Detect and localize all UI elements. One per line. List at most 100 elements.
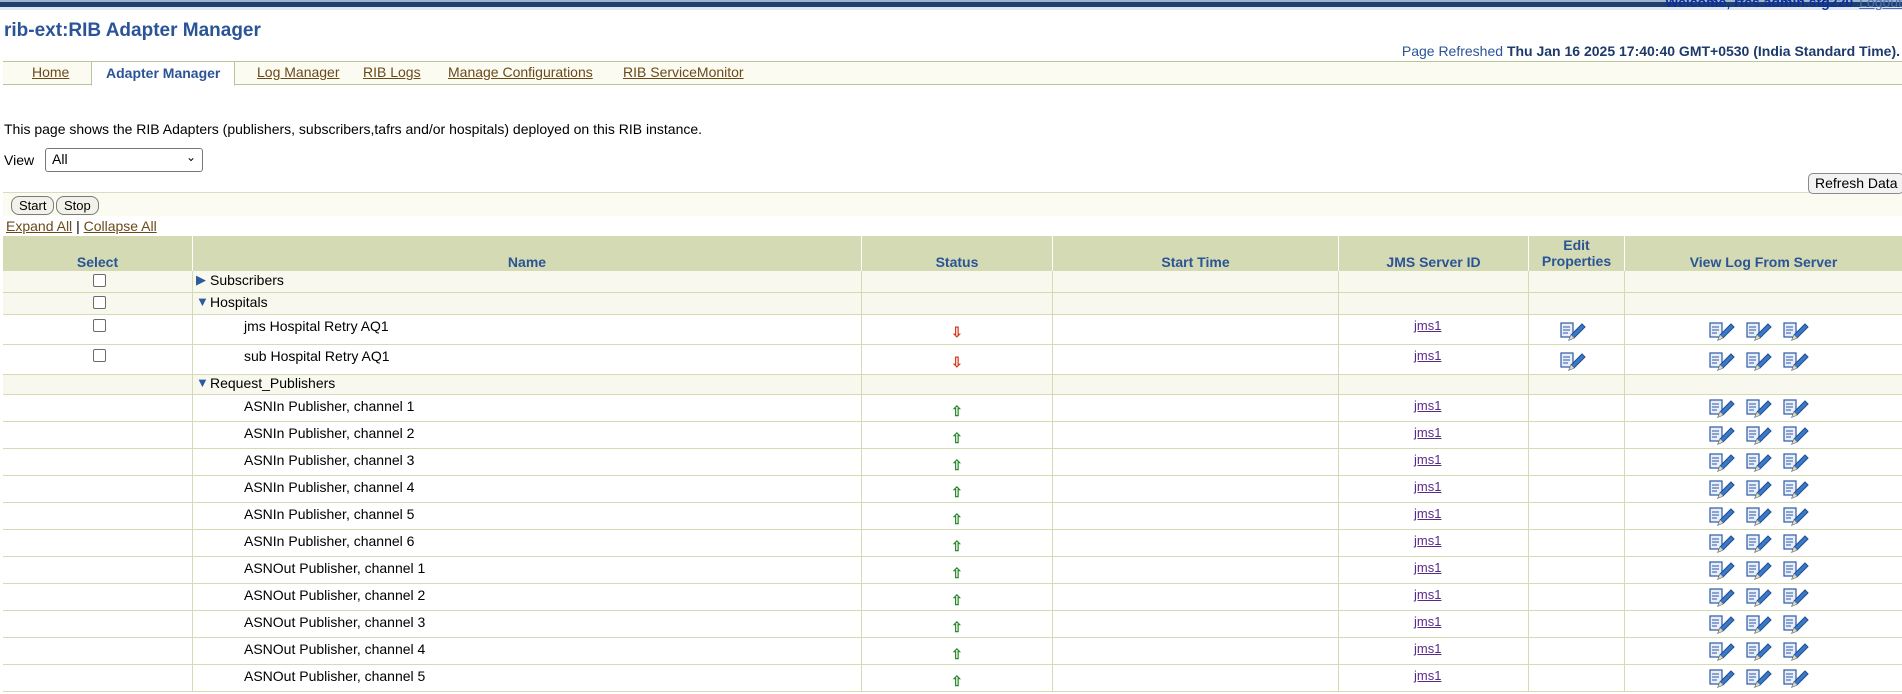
- table-cell: [1053, 476, 1339, 502]
- view-log-icon[interactable]: [1746, 452, 1772, 474]
- welcome-text: Welcome, rfcs.admin.stg220: [1665, 0, 1854, 10]
- view-log-icon[interactable]: [1709, 506, 1735, 528]
- tab-manage-configurations[interactable]: Manage Configurations: [448, 64, 593, 80]
- view-log-icon[interactable]: [1709, 560, 1735, 582]
- view-select[interactable]: All ⌄: [45, 148, 203, 172]
- table-cell: [1053, 611, 1339, 637]
- view-log-icon[interactable]: [1783, 351, 1809, 373]
- table-cell: [1529, 395, 1625, 421]
- view-log-icon[interactable]: [1709, 587, 1735, 609]
- jms-server-link[interactable]: jms1: [1414, 398, 1441, 413]
- view-log-icon[interactable]: [1746, 533, 1772, 555]
- triangle-down-icon[interactable]: ▼: [196, 375, 209, 390]
- select-checkbox[interactable]: [93, 319, 106, 332]
- view-log-icon[interactable]: [1709, 425, 1735, 447]
- table-cell: [1529, 584, 1625, 610]
- view-log-icon[interactable]: [1746, 506, 1772, 528]
- stop-button[interactable]: Stop: [56, 196, 99, 215]
- view-selected-value: All: [52, 151, 68, 167]
- expand-all-link[interactable]: Expand All: [6, 218, 72, 234]
- table-cell: [1053, 530, 1339, 556]
- view-log-icon[interactable]: [1709, 641, 1735, 663]
- view-log-icon[interactable]: [1746, 587, 1772, 609]
- table-row: ASNIn Publisher, channel 6 ⇧ jms1: [3, 530, 1902, 557]
- view-log-icon[interactable]: [1746, 398, 1772, 420]
- table-cell: [862, 271, 1053, 292]
- jms-server-link[interactable]: jms1: [1414, 614, 1441, 629]
- status-up-icon: ⇧: [951, 429, 963, 446]
- jms-server-link[interactable]: jms1: [1414, 479, 1441, 494]
- triangle-right-icon[interactable]: ▶: [196, 272, 206, 288]
- view-log-icon[interactable]: [1783, 641, 1809, 663]
- refreshed-label: Page Refreshed: [1401, 43, 1504, 59]
- tab-rib-logs[interactable]: RIB Logs: [363, 64, 421, 80]
- select-checkbox[interactable]: [93, 274, 106, 287]
- view-log-icon[interactable]: [1783, 452, 1809, 474]
- view-log-icon[interactable]: [1709, 479, 1735, 501]
- view-log-icon[interactable]: [1709, 321, 1735, 343]
- view-log-icon[interactable]: [1709, 533, 1735, 555]
- table-cell: [193, 293, 862, 314]
- table-cell: [3, 665, 193, 691]
- triangle-down-icon[interactable]: ▼: [196, 294, 209, 309]
- tab-rib-servicemonitor[interactable]: RIB ServiceMonitor: [623, 64, 744, 80]
- select-checkbox[interactable]: [93, 349, 106, 362]
- jms-server-link[interactable]: jms1: [1414, 560, 1441, 575]
- table-cell: [3, 638, 193, 664]
- edit-properties-icon[interactable]: [1560, 321, 1586, 343]
- jms-server-link[interactable]: jms1: [1414, 425, 1441, 440]
- refreshed-time: Thu Jan 16 2025 17:40:40 GMT+0530 (India…: [1506, 43, 1900, 59]
- select-checkbox[interactable]: [93, 296, 106, 309]
- jms-server-link[interactable]: jms1: [1414, 348, 1441, 363]
- view-log-icon[interactable]: [1746, 668, 1772, 690]
- view-log-icon[interactable]: [1746, 425, 1772, 447]
- jms-server-link[interactable]: jms1: [1414, 318, 1441, 333]
- view-log-icon[interactable]: [1783, 614, 1809, 636]
- group-row-hospitals: ▼ Hospitals: [3, 293, 1902, 315]
- status-down-icon: ⇩: [951, 354, 963, 370]
- view-log-icon[interactable]: [1746, 351, 1772, 373]
- view-log-icon[interactable]: [1709, 398, 1735, 420]
- view-log-icon[interactable]: [1709, 614, 1735, 636]
- collapse-all-link[interactable]: Collapse All: [84, 218, 157, 234]
- view-log-icon[interactable]: [1783, 533, 1809, 555]
- view-log-icon[interactable]: [1783, 560, 1809, 582]
- tab-adapter-manager[interactable]: Adapter Manager: [91, 61, 236, 86]
- adapter-name: sub Hospital Retry AQ1: [244, 348, 390, 364]
- view-log-icon[interactable]: [1783, 425, 1809, 447]
- adapter-name: ASNIn Publisher, channel 4: [244, 479, 415, 495]
- view-log-icon[interactable]: [1746, 614, 1772, 636]
- jms-server-link[interactable]: jms1: [1414, 668, 1441, 683]
- tab-log-manager[interactable]: Log Manager: [257, 64, 340, 80]
- view-log-icon[interactable]: [1783, 479, 1809, 501]
- refresh-data-button[interactable]: Refresh Data: [1808, 173, 1902, 194]
- view-log-icon[interactable]: [1746, 479, 1772, 501]
- view-log-icon[interactable]: [1783, 321, 1809, 343]
- view-log-icon[interactable]: [1783, 668, 1809, 690]
- logout-link[interactable]: Logout: [1859, 0, 1902, 10]
- view-log-icon[interactable]: [1783, 587, 1809, 609]
- action-toolbar: Start Stop: [3, 192, 1902, 216]
- jms-server-link[interactable]: jms1: [1414, 641, 1441, 656]
- view-log-icon[interactable]: [1746, 560, 1772, 582]
- view-log-icon[interactable]: [1783, 506, 1809, 528]
- start-button[interactable]: Start: [11, 196, 55, 215]
- table-cell: [193, 271, 862, 292]
- jms-server-link[interactable]: jms1: [1414, 533, 1441, 548]
- tab-home[interactable]: Home: [32, 64, 69, 80]
- group-row-subscribers: ▶ Subscribers: [3, 271, 1902, 293]
- page-refreshed: Page Refreshed Thu Jan 16 2025 17:40:40 …: [1402, 43, 1900, 59]
- table-header: Select Name Status Start Time JMS Server…: [3, 236, 1902, 271]
- view-log-icon[interactable]: [1783, 398, 1809, 420]
- view-log-icon[interactable]: [1746, 321, 1772, 343]
- jms-server-link[interactable]: jms1: [1414, 587, 1441, 602]
- jms-server-link[interactable]: jms1: [1414, 506, 1441, 521]
- view-log-icon[interactable]: [1709, 668, 1735, 690]
- view-log-icon[interactable]: [1709, 452, 1735, 474]
- status-down-icon: ⇩: [951, 324, 963, 340]
- edit-properties-icon[interactable]: [1560, 351, 1586, 373]
- view-log-icon[interactable]: [1709, 351, 1735, 373]
- view-log-icon[interactable]: [1746, 641, 1772, 663]
- table-cell: [1053, 665, 1339, 691]
- jms-server-link[interactable]: jms1: [1414, 452, 1441, 467]
